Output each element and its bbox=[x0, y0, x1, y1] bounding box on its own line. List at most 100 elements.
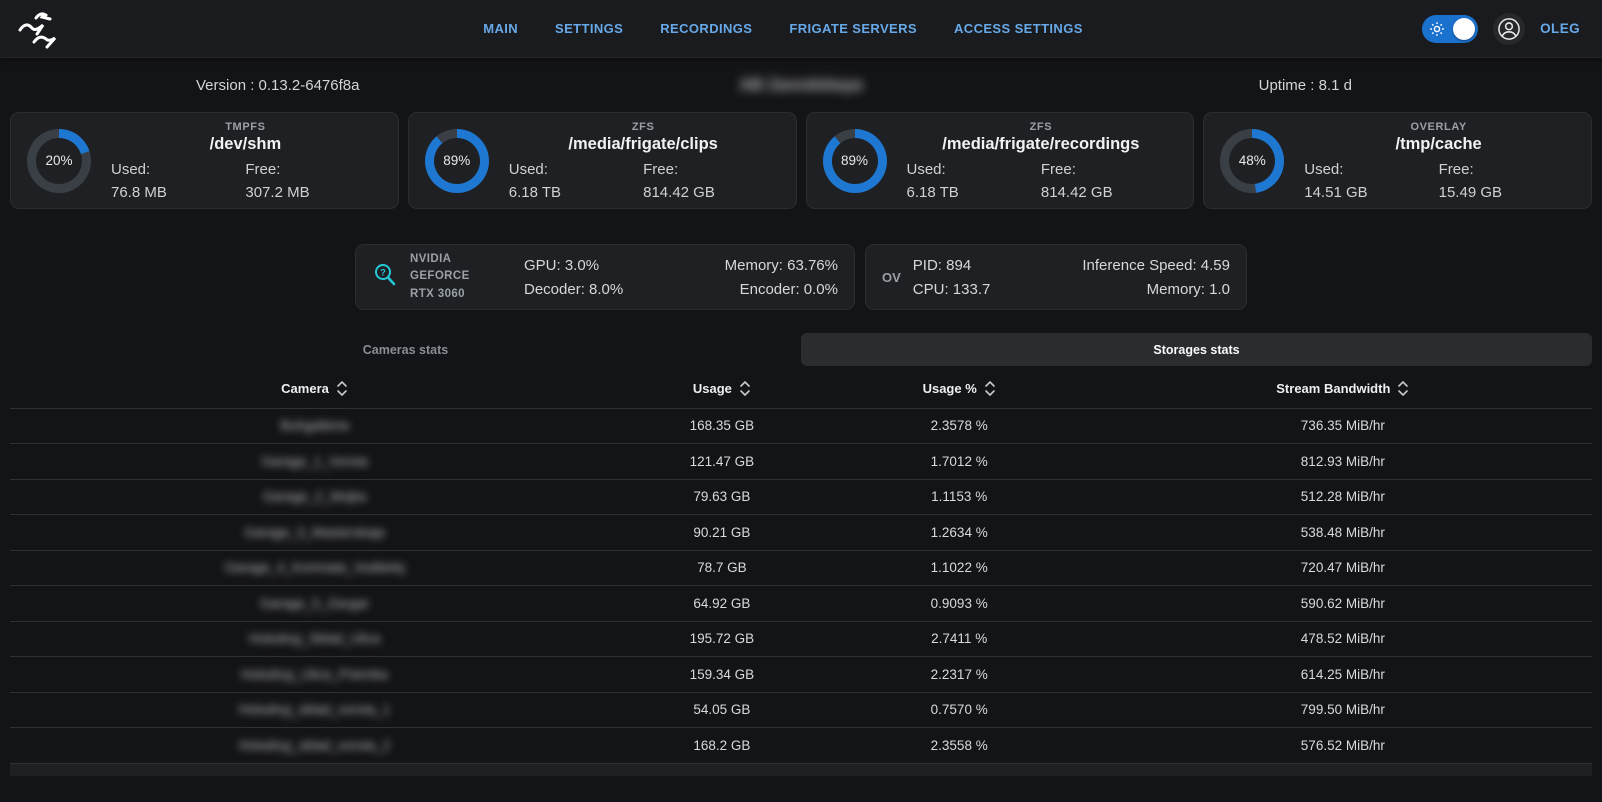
gpu-card: ? NVIDIA GEFORCE RTX 3060 GPU: 3.0% Deco… bbox=[355, 244, 855, 310]
filesystem-type-label: ZFS bbox=[505, 121, 782, 133]
stream-bandwidth-cell: 736.35 MiB/hr bbox=[1094, 408, 1592, 444]
storage-card: 48% OVERLAY /tmp/cache Used: 14.51 GB Fr… bbox=[1203, 112, 1592, 209]
frigate-dashboard: MAIN SETTINGS RECORDINGS FRIGATE SERVERS ACC… bbox=[0, 0, 1602, 802]
user-avatar[interactable] bbox=[1493, 13, 1525, 45]
column-header-usage[interactable]: Usage % bbox=[825, 370, 1094, 408]
camera-name-cell: Holodnyj_Ulica_Priemka bbox=[10, 657, 619, 693]
username-label[interactable]: OLEG bbox=[1540, 21, 1580, 36]
stream-bandwidth-cell: 799.50 MiB/hr bbox=[1094, 692, 1592, 728]
storage-card: 89% ZFS /media/frigate/recordings Used: … bbox=[806, 112, 1195, 209]
stream-bandwidth-cell: 590.62 MiB/hr bbox=[1094, 586, 1592, 622]
column-header-usage[interactable]: Usage bbox=[619, 370, 825, 408]
camera-name-cell: Garage_2_Mojka bbox=[10, 479, 619, 515]
table-row: Buhgalteria168.35 GB2.3578 %736.35 MiB/h… bbox=[10, 408, 1592, 444]
table-row: Garage_4_Komnata_Voditelej78.7 GB1.1022 … bbox=[10, 550, 1592, 586]
detector-stats-left: PID: 894 CPU: 133.7 bbox=[913, 257, 1072, 298]
site-title: AB Zavodskaya bbox=[740, 76, 863, 95]
nav-item-frigate-servers[interactable]: FRIGATE SERVERS bbox=[789, 21, 917, 36]
usage-percent-cell: 2.7411 % bbox=[825, 621, 1094, 657]
usage-cell: 195.72 GB bbox=[619, 621, 825, 657]
nav-item-access-settings[interactable]: ACCESS SETTINGS bbox=[954, 21, 1083, 36]
table-row: Garage_2_Mojka79.63 GB1.1153 %512.28 MiB… bbox=[10, 479, 1592, 515]
tab-storages-stats[interactable]: Storages stats bbox=[801, 333, 1592, 366]
frigate-birds-icon bbox=[14, 8, 58, 50]
column-header-label: Usage bbox=[693, 381, 732, 396]
detector-pid-stat: PID: 894 bbox=[913, 257, 1072, 274]
nav-right-controls: OLEG bbox=[1422, 13, 1580, 45]
gpu-stats-left: GPU: 3.0% Decoder: 8.0% bbox=[524, 257, 681, 298]
storage-usage-percent: 89% bbox=[841, 153, 868, 168]
usage-percent-cell: 1.1022 % bbox=[825, 550, 1094, 586]
usage-cell: 79.63 GB bbox=[619, 479, 825, 515]
used-label: Used: bbox=[509, 161, 643, 178]
frigate-logo-icon[interactable] bbox=[14, 7, 60, 51]
usage-percent-cell: 1.2634 % bbox=[825, 515, 1094, 551]
usage-percent-cell: 0.7570 % bbox=[825, 692, 1094, 728]
free-value: 307.2 MB bbox=[245, 184, 379, 201]
theme-toggle[interactable] bbox=[1422, 15, 1478, 43]
nav-item-settings[interactable]: SETTINGS bbox=[555, 21, 623, 36]
column-header-stream-bandwidth[interactable]: Stream Bandwidth bbox=[1094, 370, 1592, 408]
top-navbar: MAIN SETTINGS RECORDINGS FRIGATE SERVERS ACC… bbox=[0, 0, 1602, 58]
detector-cpu-stat: CPU: 133.7 bbox=[913, 281, 1072, 298]
used-label: Used: bbox=[1304, 161, 1438, 178]
used-label: Used: bbox=[907, 161, 1041, 178]
stream-bandwidth-cell: 478.52 MiB/hr bbox=[1094, 621, 1592, 657]
storage-card: 20% TMPFS /dev/shm Used: 76.8 MB Free: 3… bbox=[10, 112, 399, 209]
mount-path-label: /dev/shm bbox=[107, 135, 384, 154]
mount-path-label: /media/frigate/clips bbox=[505, 135, 782, 154]
usage-percent-cell: 2.2317 % bbox=[825, 657, 1094, 693]
sun-icon bbox=[1429, 21, 1445, 42]
table-row: Garage_3_Masterskaja90.21 GB1.2634 %538.… bbox=[10, 515, 1592, 551]
toggle-knob bbox=[1453, 18, 1475, 40]
used-value: 76.8 MB bbox=[111, 184, 245, 201]
mount-path-label: /media/frigate/recordings bbox=[903, 135, 1180, 154]
detector-memory-stat: Memory: 1.0 bbox=[1071, 281, 1230, 298]
storage-usage-donut: 20% bbox=[27, 129, 91, 193]
table-row: Garage_5_Zavgar64.92 GB0.9093 %590.62 Mi… bbox=[10, 586, 1592, 622]
detector-stats-right: Inference Speed: 4.59 Memory: 1.0 bbox=[1071, 257, 1230, 298]
usage-cell: 121.47 GB bbox=[619, 444, 825, 480]
storage-usage-donut: 89% bbox=[823, 129, 887, 193]
stream-bandwidth-cell: 576.52 MiB/hr bbox=[1094, 728, 1592, 764]
free-label: Free: bbox=[1041, 161, 1175, 178]
filesystem-type-label: ZFS bbox=[903, 121, 1180, 133]
uptime-label: Uptime : 8.1 d bbox=[862, 77, 1602, 94]
stream-bandwidth-cell: 812.93 MiB/hr bbox=[1094, 444, 1592, 480]
usage-percent-cell: 0.9093 % bbox=[825, 586, 1094, 622]
nav-item-main[interactable]: MAIN bbox=[483, 21, 518, 36]
camera-name-cell: Buhgalteria bbox=[10, 408, 619, 444]
free-label: Free: bbox=[1439, 161, 1573, 178]
sort-icon bbox=[739, 380, 751, 397]
camera-name-cell: Garage_4_Komnata_Voditelej bbox=[10, 550, 619, 586]
detector-stats: PID: 894 CPU: 133.7 Inference Speed: 4.5… bbox=[913, 257, 1230, 298]
stream-bandwidth-cell: 720.47 MiB/hr bbox=[1094, 550, 1592, 586]
storage-usage-donut: 48% bbox=[1220, 129, 1284, 193]
usage-cell: 54.05 GB bbox=[619, 692, 825, 728]
filesystem-type-label: TMPFS bbox=[107, 121, 384, 133]
storage-stats-table: Camera Usage Usage % Stream Bandwidth Bu… bbox=[10, 370, 1592, 764]
storage-usage-percent: 48% bbox=[1239, 153, 1266, 168]
detector-card: OV PID: 894 CPU: 133.7 Inference Speed: … bbox=[865, 244, 1247, 310]
usage-percent-cell: 2.3578 % bbox=[825, 408, 1094, 444]
gpu-name-label: NVIDIA GEFORCE RTX 3060 bbox=[410, 251, 512, 303]
storage-usage-percent: 89% bbox=[443, 153, 470, 168]
camera-name-cell: Garage_1_Vorota bbox=[10, 444, 619, 480]
stream-bandwidth-cell: 538.48 MiB/hr bbox=[1094, 515, 1592, 551]
stream-bandwidth-cell: 512.28 MiB/hr bbox=[1094, 479, 1592, 515]
used-value: 6.18 TB bbox=[509, 184, 643, 201]
usage-cell: 64.92 GB bbox=[619, 586, 825, 622]
usage-cell: 168.2 GB bbox=[619, 728, 825, 764]
usage-cell: 78.7 GB bbox=[619, 550, 825, 586]
tab-cameras-stats[interactable]: Cameras stats bbox=[10, 333, 801, 366]
table-row: Holodnyj_Ulica_Priemka159.34 GB2.2317 %6… bbox=[10, 657, 1592, 693]
mount-path-label: /tmp/cache bbox=[1300, 135, 1577, 154]
nav-links: MAIN SETTINGS RECORDINGS FRIGATE SERVERS ACC… bbox=[483, 21, 1083, 36]
usage-cell: 159.34 GB bbox=[619, 657, 825, 693]
gpu-stats-right: Memory: 63.76% Encoder: 0.0% bbox=[681, 257, 838, 298]
nav-item-recordings[interactable]: RECORDINGS bbox=[660, 21, 752, 36]
used-value: 14.51 GB bbox=[1304, 184, 1438, 201]
free-label: Free: bbox=[245, 161, 379, 178]
column-header-camera[interactable]: Camera bbox=[10, 370, 619, 408]
gpu-decoder-stat: Decoder: 8.0% bbox=[524, 281, 681, 298]
